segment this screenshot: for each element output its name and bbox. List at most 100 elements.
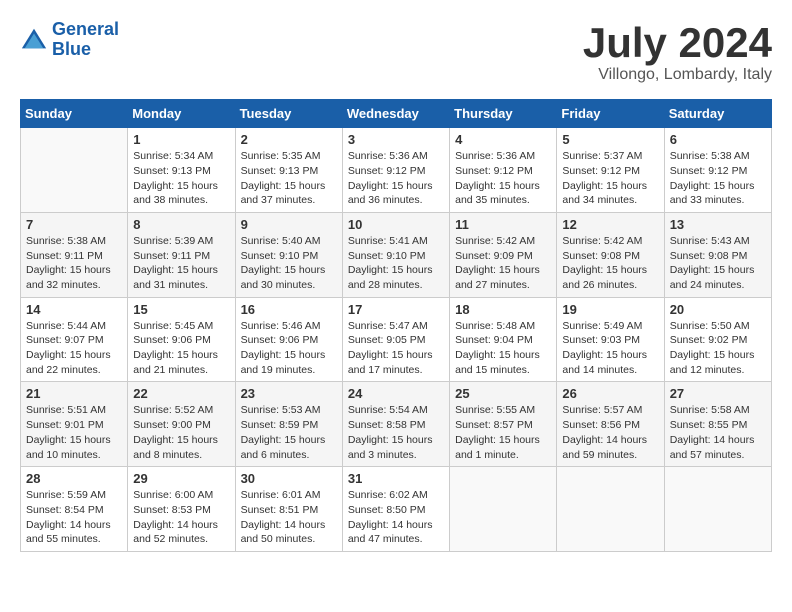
day-info: Sunrise: 5:45 AM Sunset: 9:06 PM Dayligh… [133, 319, 229, 378]
day-number: 16 [241, 302, 337, 317]
day-info: Sunrise: 6:00 AM Sunset: 8:53 PM Dayligh… [133, 488, 229, 547]
calendar-cell: 16 Sunrise: 5:46 AM Sunset: 9:06 PM Dayli… [235, 297, 342, 382]
day-number: 31 [348, 471, 444, 486]
day-number: 14 [26, 302, 122, 317]
day-info: Sunrise: 5:54 AM Sunset: 8:58 PM Dayligh… [348, 403, 444, 462]
calendar-cell: 3Sunrise: 5:36 AM Sunset: 9:12 PM Daylig… [342, 128, 449, 213]
title-area: July 2024 Villongo, Lombardy, Italy [583, 20, 772, 84]
day-number: 6 [670, 132, 766, 147]
calendar-cell: 25 Sunrise: 5:55 AM Sunset: 8:57 PM Dayli… [450, 382, 557, 467]
calendar-cell: 23 Sunrise: 5:53 AM Sunset: 8:59 PM Dayli… [235, 382, 342, 467]
calendar-cell: 13Sunrise: 5:43 AM Sunset: 9:08 PM Dayli… [664, 212, 771, 297]
calendar-header: SundayMondayTuesdayWednesdayThursdayFrid… [21, 100, 772, 128]
day-number: 22 [133, 386, 229, 401]
day-number: 7 [26, 217, 122, 232]
calendar-cell [557, 467, 664, 552]
day-info: Sunrise: 5:38 AM Sunset: 9:11 PM Dayligh… [26, 234, 122, 293]
calendar-cell: 2Sunrise: 5:35 AM Sunset: 9:13 PM Daylig… [235, 128, 342, 213]
day-info: Sunrise: 5:37 AM Sunset: 9:12 PM Dayligh… [562, 149, 658, 208]
day-number: 13 [670, 217, 766, 232]
calendar-cell: 19 Sunrise: 5:49 AM Sunset: 9:03 PM Dayli… [557, 297, 664, 382]
day-number: 30 [241, 471, 337, 486]
calendar-week-2: 7 Sunrise: 5:38 AM Sunset: 9:11 PM Daylig… [21, 212, 772, 297]
calendar-cell: 8 Sunrise: 5:39 AM Sunset: 9:11 PM Daylig… [128, 212, 235, 297]
day-number: 10 [348, 217, 444, 232]
calendar-cell: 6Sunrise: 5:38 AM Sunset: 9:12 PM Daylig… [664, 128, 771, 213]
day-number: 2 [241, 132, 337, 147]
calendar-cell: 9Sunrise: 5:40 AM Sunset: 9:10 PM Daylig… [235, 212, 342, 297]
day-info: Sunrise: 5:57 AM Sunset: 8:56 PM Dayligh… [562, 403, 658, 462]
calendar-week-3: 14 Sunrise: 5:44 AM Sunset: 9:07 PM Dayli… [21, 297, 772, 382]
calendar-cell: 21 Sunrise: 5:51 AM Sunset: 9:01 PM Dayli… [21, 382, 128, 467]
calendar-cell [21, 128, 128, 213]
calendar-cell: 30 Sunrise: 6:01 AM Sunset: 8:51 PM Dayli… [235, 467, 342, 552]
calendar-cell: 10 Sunrise: 5:41 AM Sunset: 9:10 PM Dayli… [342, 212, 449, 297]
day-number: 17 [348, 302, 444, 317]
header-row: SundayMondayTuesdayWednesdayThursdayFrid… [21, 100, 772, 128]
day-info: Sunrise: 5:52 AM Sunset: 9:00 PM Dayligh… [133, 403, 229, 462]
header: General Blue July 2024 Villongo, Lombard… [20, 20, 772, 84]
day-number: 15 [133, 302, 229, 317]
calendar-cell: 1 Sunrise: 5:34 AM Sunset: 9:13 PM Daylig… [128, 128, 235, 213]
calendar-week-4: 21 Sunrise: 5:51 AM Sunset: 9:01 PM Dayli… [21, 382, 772, 467]
calendar-cell: 20Sunrise: 5:50 AM Sunset: 9:02 PM Dayli… [664, 297, 771, 382]
calendar-body: 1 Sunrise: 5:34 AM Sunset: 9:13 PM Daylig… [21, 128, 772, 552]
day-info: Sunrise: 5:51 AM Sunset: 9:01 PM Dayligh… [26, 403, 122, 462]
day-info: Sunrise: 5:49 AM Sunset: 9:03 PM Dayligh… [562, 319, 658, 378]
calendar-cell: 14 Sunrise: 5:44 AM Sunset: 9:07 PM Dayli… [21, 297, 128, 382]
day-number: 27 [670, 386, 766, 401]
day-number: 18 [455, 302, 551, 317]
day-number: 8 [133, 217, 229, 232]
day-info: Sunrise: 6:02 AM Sunset: 8:50 PM Dayligh… [348, 488, 444, 547]
calendar-cell: 7 Sunrise: 5:38 AM Sunset: 9:11 PM Daylig… [21, 212, 128, 297]
calendar-cell: 29 Sunrise: 6:00 AM Sunset: 8:53 PM Dayli… [128, 467, 235, 552]
day-info: Sunrise: 6:01 AM Sunset: 8:51 PM Dayligh… [241, 488, 337, 547]
header-day-saturday: Saturday [664, 100, 771, 128]
location: Villongo, Lombardy, Italy [583, 66, 772, 84]
day-number: 4 [455, 132, 551, 147]
day-info: Sunrise: 5:58 AM Sunset: 8:55 PM Dayligh… [670, 403, 766, 462]
calendar-table: SundayMondayTuesdayWednesdayThursdayFrid… [20, 99, 772, 552]
month-title: July 2024 [583, 20, 772, 66]
day-info: Sunrise: 5:42 AM Sunset: 9:09 PM Dayligh… [455, 234, 551, 293]
header-day-thursday: Thursday [450, 100, 557, 128]
day-info: Sunrise: 5:39 AM Sunset: 9:11 PM Dayligh… [133, 234, 229, 293]
day-number: 19 [562, 302, 658, 317]
day-number: 5 [562, 132, 658, 147]
day-info: Sunrise: 5:41 AM Sunset: 9:10 PM Dayligh… [348, 234, 444, 293]
calendar-cell: 22 Sunrise: 5:52 AM Sunset: 9:00 PM Dayli… [128, 382, 235, 467]
calendar-cell: 31 Sunrise: 6:02 AM Sunset: 8:50 PM Dayli… [342, 467, 449, 552]
calendar-cell: 28 Sunrise: 5:59 AM Sunset: 8:54 PM Dayli… [21, 467, 128, 552]
logo: General Blue [20, 20, 119, 60]
day-number: 29 [133, 471, 229, 486]
calendar-cell: 18Sunrise: 5:48 AM Sunset: 9:04 PM Dayli… [450, 297, 557, 382]
logo-line2: Blue [52, 39, 91, 59]
day-number: 21 [26, 386, 122, 401]
day-number: 23 [241, 386, 337, 401]
day-info: Sunrise: 5:59 AM Sunset: 8:54 PM Dayligh… [26, 488, 122, 547]
logo-line1: General [52, 19, 119, 39]
day-info: Sunrise: 5:53 AM Sunset: 8:59 PM Dayligh… [241, 403, 337, 462]
header-day-wednesday: Wednesday [342, 100, 449, 128]
calendar-cell: 11Sunrise: 5:42 AM Sunset: 9:09 PM Dayli… [450, 212, 557, 297]
day-number: 26 [562, 386, 658, 401]
day-number: 24 [348, 386, 444, 401]
day-info: Sunrise: 5:46 AM Sunset: 9:06 PM Dayligh… [241, 319, 337, 378]
day-info: Sunrise: 5:40 AM Sunset: 9:10 PM Dayligh… [241, 234, 337, 293]
day-number: 12 [562, 217, 658, 232]
day-info: Sunrise: 5:44 AM Sunset: 9:07 PM Dayligh… [26, 319, 122, 378]
day-number: 28 [26, 471, 122, 486]
day-info: Sunrise: 5:36 AM Sunset: 9:12 PM Dayligh… [455, 149, 551, 208]
header-day-sunday: Sunday [21, 100, 128, 128]
header-day-friday: Friday [557, 100, 664, 128]
logo-icon [20, 26, 48, 54]
day-number: 25 [455, 386, 551, 401]
day-info: Sunrise: 5:55 AM Sunset: 8:57 PM Dayligh… [455, 403, 551, 462]
calendar-cell: 17 Sunrise: 5:47 AM Sunset: 9:05 PM Dayli… [342, 297, 449, 382]
day-info: Sunrise: 5:47 AM Sunset: 9:05 PM Dayligh… [348, 319, 444, 378]
calendar-cell: 5 Sunrise: 5:37 AM Sunset: 9:12 PM Daylig… [557, 128, 664, 213]
calendar-cell: 27 Sunrise: 5:58 AM Sunset: 8:55 PM Dayli… [664, 382, 771, 467]
day-info: Sunrise: 5:34 AM Sunset: 9:13 PM Dayligh… [133, 149, 229, 208]
day-number: 1 [133, 132, 229, 147]
logo-text: General Blue [52, 20, 119, 60]
